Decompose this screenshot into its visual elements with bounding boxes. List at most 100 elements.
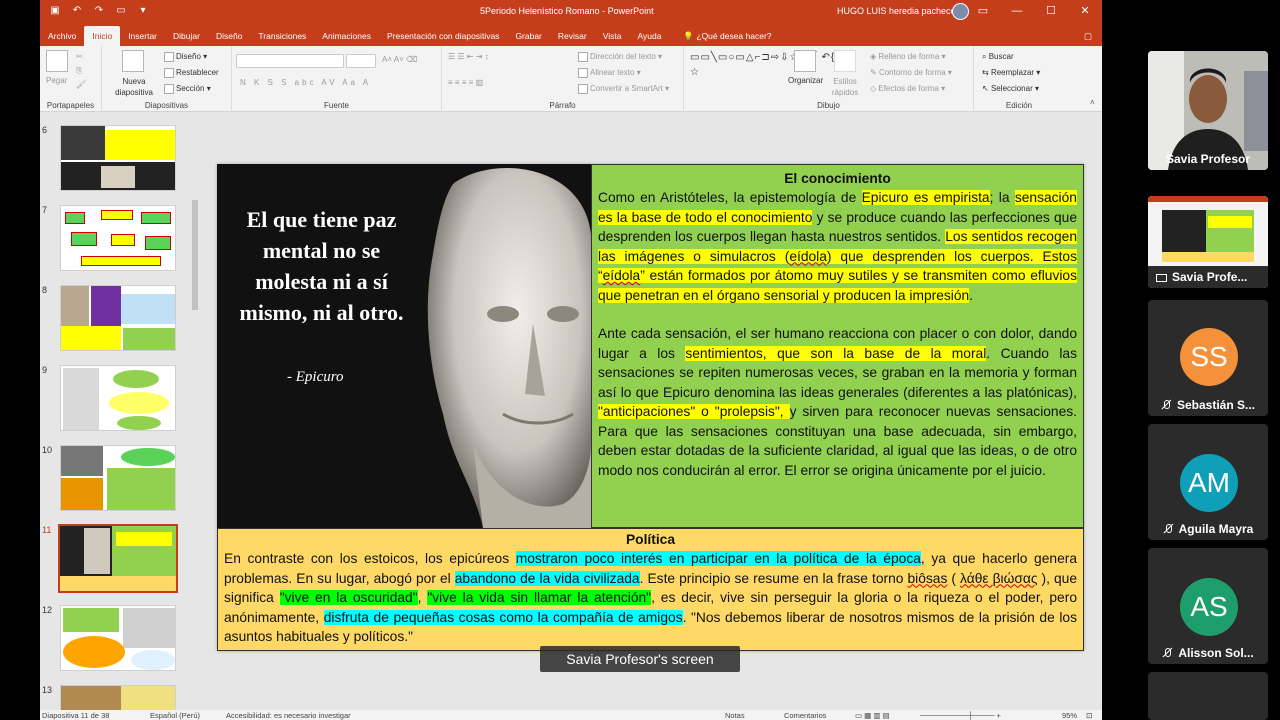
user-name[interactable]: HUGO LUIS heredia pacheco bbox=[837, 6, 956, 16]
knowledge-textbox[interactable]: El conocimiento Como en Aristóteles, la … bbox=[591, 164, 1084, 528]
ribbon: Pegar ✂ ⎘ 🖌 Portapapeles Nueva diapositi… bbox=[40, 46, 1102, 112]
replace-button[interactable]: ⇆ Reemplazar ▾ bbox=[982, 68, 1040, 77]
slide-thumbnail-11[interactable] bbox=[58, 524, 178, 593]
tab-insertar[interactable]: Insertar bbox=[120, 26, 165, 46]
quick-styles-button[interactable]: Estilos rápidos bbox=[828, 76, 862, 98]
font-grow-icon[interactable]: A˄ A˅ ⌫ bbox=[382, 55, 417, 64]
mic-off-icon bbox=[1162, 648, 1172, 658]
tab-archivo[interactable]: Archivo bbox=[40, 26, 84, 46]
layout-button[interactable]: Diseño ▾ bbox=[164, 52, 207, 62]
fit-slide-icon[interactable]: ⊡ bbox=[1086, 711, 1092, 720]
shape-effects-button[interactable]: ◇ Efectos de forma ▾ bbox=[870, 84, 945, 93]
comments-button[interactable]: Comentarios bbox=[784, 711, 827, 720]
politics-textbox[interactable]: Política En contraste con los estoicos, … bbox=[217, 528, 1084, 651]
cursor-icon: ↖ bbox=[982, 84, 991, 93]
slide-thumbnail-7[interactable] bbox=[60, 205, 176, 271]
slide-thumbnail-9[interactable] bbox=[60, 365, 176, 431]
politics-title: Política bbox=[625, 532, 676, 547]
tell-me-search[interactable]: 💡 ¿Qué desea hacer? bbox=[675, 26, 779, 46]
find-button[interactable]: ⌕ Buscar bbox=[982, 52, 1014, 62]
pen-icon: ✎ bbox=[870, 68, 879, 77]
shape-fill-button[interactable]: ◈ Relleno de forma ▾ bbox=[870, 52, 946, 61]
close-icon[interactable]: ✕ bbox=[1068, 2, 1102, 20]
font-size-box[interactable] bbox=[346, 54, 376, 68]
slide-thumbnail-6[interactable] bbox=[60, 125, 176, 191]
section-button[interactable]: Sección ▾ bbox=[164, 84, 211, 94]
paste-icon[interactable] bbox=[46, 50, 68, 72]
participant-tile-sebastian[interactable]: SS Sebastián S... bbox=[1148, 300, 1268, 416]
paste-button[interactable]: Pegar bbox=[46, 76, 67, 85]
undo-icon[interactable]: ↶ bbox=[70, 4, 84, 18]
tab-presentacion[interactable]: Presentación con diapositivas bbox=[379, 26, 507, 46]
slide-canvas[interactable]: El que tiene paz mental no se molesta ni… bbox=[217, 164, 1084, 651]
participant-tile-more[interactable] bbox=[1148, 672, 1268, 720]
align-text-button[interactable]: Alinear texto ▾ bbox=[578, 68, 641, 78]
notes-button[interactable]: Notas bbox=[725, 711, 745, 720]
view-buttons[interactable]: ▭ ▦ ▥ ▤ bbox=[855, 711, 890, 720]
ribbon-display-icon[interactable]: ▭ bbox=[966, 2, 1000, 20]
thumbnail-scrollbar[interactable] bbox=[190, 116, 200, 706]
avatar: AM bbox=[1180, 454, 1238, 512]
slide-thumbnail-8[interactable] bbox=[60, 285, 176, 351]
reset-button[interactable]: Restablecer bbox=[164, 68, 219, 78]
customize-icon[interactable]: ▾ bbox=[136, 4, 150, 18]
format-painter-icon[interactable]: 🖌 bbox=[76, 80, 86, 89]
tab-animaciones[interactable]: Animaciones bbox=[314, 26, 379, 46]
save-icon[interactable]: ▣ bbox=[48, 4, 62, 18]
smartart-icon bbox=[578, 84, 588, 94]
knowledge-paragraph-1: Como en Aristóteles, la epistemología de… bbox=[598, 190, 1078, 303]
align-icons[interactable]: ≡ ≡ ≡ ≡ ▥ bbox=[448, 78, 483, 87]
tab-vista[interactable]: Vista bbox=[595, 26, 630, 46]
slide-scrollbar[interactable] bbox=[1092, 113, 1102, 710]
group-label: Párrafo bbox=[549, 101, 576, 110]
cut-icon[interactable]: ✂ bbox=[76, 52, 83, 61]
minimize-icon[interactable]: — bbox=[1000, 2, 1034, 20]
arrange-button[interactable]: Organizar bbox=[788, 76, 823, 85]
font-name-box[interactable] bbox=[236, 54, 344, 68]
tab-dibujar[interactable]: Dibujar bbox=[165, 26, 208, 46]
participant-tile-video[interactable]: Savia Profesor bbox=[1148, 51, 1268, 170]
shape-outline-button[interactable]: ✎ Contorno de forma ▾ bbox=[870, 68, 952, 77]
tab-diseno[interactable]: Diseño bbox=[208, 26, 250, 46]
new-slide-button[interactable]: Nueva diapositiva bbox=[112, 76, 156, 98]
scrollbar-thumb[interactable] bbox=[192, 200, 198, 310]
thumbnail-number: 7 bbox=[42, 205, 48, 215]
participant-tile-alisson[interactable]: AS Alisson Sol... bbox=[1148, 548, 1268, 664]
participant-tile-aguila[interactable]: AM Aguila Mayra bbox=[1148, 424, 1268, 540]
comment-icon[interactable]: ▢ bbox=[1084, 26, 1102, 46]
text-direction-icon bbox=[578, 52, 588, 62]
layout-icon bbox=[164, 52, 174, 62]
quote-image: El que tiene paz mental no se molesta ni… bbox=[217, 164, 591, 528]
slide-count[interactable]: Diapositiva 11 de 38 bbox=[42, 711, 109, 720]
tab-ayuda[interactable]: Ayuda bbox=[629, 26, 669, 46]
tab-revisar[interactable]: Revisar bbox=[550, 26, 595, 46]
collapse-ribbon-icon[interactable]: ˄ bbox=[1090, 98, 1095, 107]
slide-thumbnail-12[interactable] bbox=[60, 605, 176, 671]
new-slide-icon[interactable] bbox=[122, 50, 144, 72]
zoom-slider[interactable]: ─────────┼──── + bbox=[920, 711, 1001, 720]
tab-transiciones[interactable]: Transiciones bbox=[250, 26, 314, 46]
redo-icon[interactable]: ↷ bbox=[92, 4, 106, 18]
select-button[interactable]: ↖ Seleccionar ▾ bbox=[982, 84, 1039, 93]
slide-thumbnail-10[interactable] bbox=[60, 445, 176, 511]
present-icon[interactable]: ▭ bbox=[114, 4, 128, 18]
language[interactable]: Español (Perú) bbox=[150, 711, 200, 720]
quick-styles-icon[interactable] bbox=[834, 50, 856, 72]
tab-grabar[interactable]: Grabar bbox=[507, 26, 549, 46]
quote-author: - Epicuro bbox=[287, 369, 344, 385]
title-bar: ▣ ↶ ↷ ▭ ▾ 5Periodo Helenístico Romano - … bbox=[40, 0, 1102, 24]
tab-inicio[interactable]: Inicio bbox=[84, 26, 121, 46]
font-format-buttons[interactable]: N K S S abc AV Aa A bbox=[240, 78, 371, 87]
copy-icon[interactable]: ⎘ bbox=[76, 66, 82, 76]
zoom-level[interactable]: 95% bbox=[1062, 711, 1077, 720]
smartart-button[interactable]: Convertir a SmartArt ▾ bbox=[578, 84, 669, 94]
maximize-icon[interactable]: ☐ bbox=[1034, 2, 1068, 20]
text-direction-button[interactable]: Dirección del texto ▾ bbox=[578, 52, 662, 62]
participant-name: Alisson Sol... bbox=[1148, 646, 1268, 660]
participant-tile-screen[interactable]: Savia Profe... bbox=[1148, 196, 1268, 288]
window-controls: ▭ — ☐ ✕ bbox=[966, 2, 1102, 20]
list-icons[interactable]: ☰ ☰ ⇤ ⇥ ↕ bbox=[448, 52, 489, 61]
arrange-icon[interactable] bbox=[794, 50, 816, 72]
shapes-gallery[interactable]: ▭▭╲▭○▭△⌐⊐⇨⇩☆⌒⎰↶{}☆ bbox=[690, 50, 839, 80]
accessibility-status[interactable]: Accesibilidad: es necesario investigar bbox=[226, 711, 351, 720]
